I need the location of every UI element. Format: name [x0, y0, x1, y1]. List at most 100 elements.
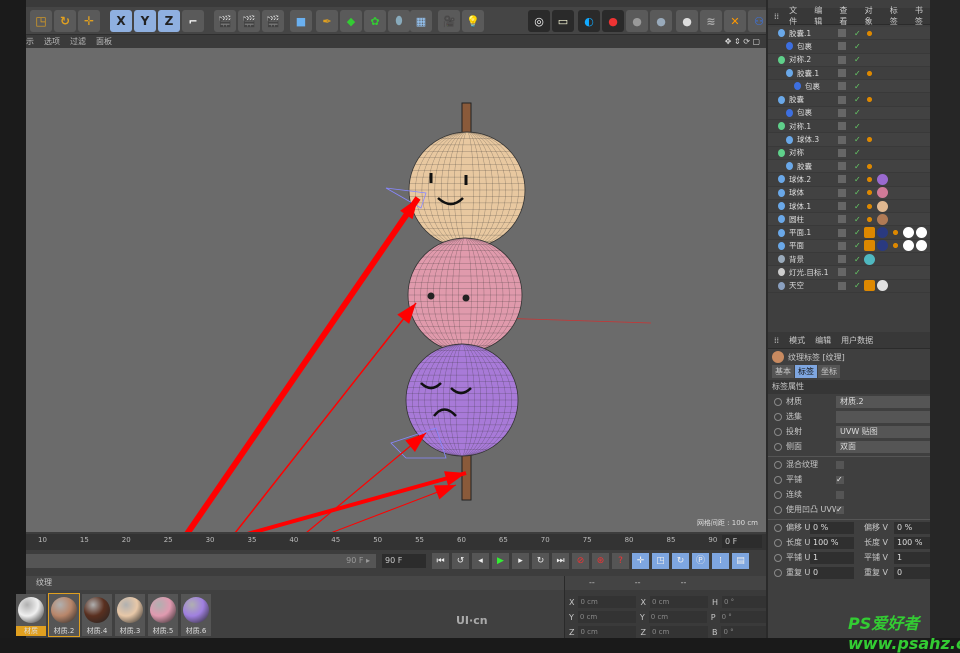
phong-tag-icon[interactable] — [864, 173, 875, 185]
editor-visibility-toggle[interactable] — [838, 148, 846, 157]
phong-tag-icon[interactable] — [864, 27, 875, 39]
object-menu-item[interactable]: 对象 — [865, 5, 880, 27]
viewport-nav-icons[interactable]: ✥ ⇕ ⟳ ▢ — [725, 37, 760, 46]
record-icon[interactable]: ● — [602, 10, 624, 32]
array-icon[interactable]: ✿ — [364, 10, 386, 32]
pair-field[interactable]: 100 % — [810, 536, 854, 549]
editor-visibility-toggle[interactable] — [838, 255, 846, 264]
render-settings-icon[interactable]: 🎬 — [262, 10, 284, 32]
enabled-check-icon[interactable]: ✓ — [854, 148, 861, 157]
object-row[interactable]: 对称.1 ✓ — [768, 120, 930, 134]
viewport[interactable]: 网格间距 : 100 cm — [26, 48, 766, 610]
animate-radio[interactable] — [774, 397, 782, 406]
skip-end-icon[interactable]: ⏭ — [552, 553, 569, 569]
param-key-icon[interactable]: Ⓟ — [692, 553, 709, 569]
object-row[interactable]: 包裹 ✓ — [768, 40, 930, 54]
object-menu-item[interactable]: 书签 — [915, 5, 930, 27]
auto-key-icon[interactable]: ⊛ — [592, 553, 609, 569]
rotate-key-icon[interactable]: ↻ — [672, 553, 689, 569]
mograph-icon[interactable]: ✕ — [724, 10, 746, 32]
axis-x-button[interactable]: X — [110, 10, 132, 32]
next-key-icon[interactable]: ↻ — [532, 553, 549, 569]
rotate-icon[interactable]: ↻ — [54, 10, 76, 32]
material-swatch[interactable]: 材质.3 — [115, 594, 145, 636]
coordinate-icon[interactable]: ⌐ — [182, 10, 204, 32]
animate-radio[interactable] — [774, 505, 782, 514]
viewport-menu-item[interactable]: 示 — [26, 36, 34, 47]
play-icon[interactable]: ▶ — [492, 553, 509, 569]
object-row[interactable]: 对称.2 ✓ — [768, 53, 930, 67]
target-tag-icon[interactable] — [877, 227, 888, 239]
enabled-check-icon[interactable]: ✓ — [854, 175, 861, 184]
editor-visibility-toggle[interactable] — [838, 281, 846, 290]
enabled-check-icon[interactable]: ✓ — [854, 108, 861, 117]
object-row[interactable]: 包裹 ✓ — [768, 106, 930, 121]
material-swatch[interactable]: 材质 — [16, 594, 46, 636]
coord-field[interactable]: 0 cm — [578, 596, 637, 608]
object-row[interactable]: 包裹 ✓ — [768, 80, 930, 94]
enabled-check-icon[interactable]: ✓ — [854, 202, 861, 211]
texture-tag-icon[interactable] — [903, 227, 914, 239]
object-row[interactable]: 对称 ✓ — [768, 147, 930, 160]
editor-visibility-toggle[interactable] — [838, 135, 846, 144]
editor-visibility-toggle[interactable] — [838, 29, 846, 38]
timeline-icon[interactable]: ▤ — [732, 553, 749, 569]
floor-icon[interactable]: ▦ — [410, 10, 432, 32]
prev-key-icon[interactable]: ↺ — [452, 553, 469, 569]
enabled-check-icon[interactable]: ✓ — [854, 241, 861, 250]
compositing-tag-icon[interactable] — [864, 227, 875, 239]
editor-visibility-toggle[interactable] — [838, 228, 846, 237]
editor-visibility-toggle[interactable] — [838, 82, 846, 91]
animate-radio[interactable] — [774, 523, 782, 532]
enabled-check-icon[interactable]: ✓ — [854, 135, 861, 144]
enabled-check-icon[interactable]: ✓ — [854, 95, 861, 104]
checkbox[interactable]: ✓ — [836, 505, 844, 514]
editor-visibility-toggle[interactable] — [838, 241, 846, 250]
tab-1[interactable]: 标签 — [795, 365, 817, 378]
object-row[interactable]: 背景 ✓ — [768, 253, 930, 267]
coord-field[interactable]: 0 cm — [649, 596, 708, 608]
object-row[interactable]: 球体.1 ✓ — [768, 200, 930, 214]
compositing-tag-icon[interactable] — [864, 240, 875, 252]
texture-tag-icon[interactable] — [877, 213, 888, 225]
frame-range-slider[interactable]: 90 F ▸ — [26, 554, 376, 568]
material-swatch[interactable]: 材质.5 — [148, 594, 178, 636]
scale-key-icon[interactable]: ◳ — [652, 553, 669, 569]
pla-key-icon[interactable]: ⁞ — [712, 553, 729, 569]
phong-tag-icon[interactable] — [864, 213, 875, 225]
move-key-icon[interactable]: ✛ — [632, 553, 649, 569]
texture-tag-icon[interactable] — [877, 173, 888, 185]
end-frame-field[interactable]: 90 F — [382, 554, 426, 568]
phong-tag-icon[interactable] — [890, 227, 901, 239]
contrast-icon[interactable]: ◐ — [578, 10, 600, 32]
object-menu-item[interactable]: 编辑 — [814, 5, 829, 27]
object-row[interactable]: 球体 ✓ — [768, 186, 930, 200]
glass-icon[interactable]: ● — [650, 10, 672, 32]
animate-radio[interactable] — [774, 568, 782, 577]
enabled-check-icon[interactable]: ✓ — [854, 228, 861, 237]
object-row[interactable]: 圆柱 ✓ — [768, 213, 930, 227]
field-value[interactable] — [836, 410, 930, 423]
light-icon[interactable]: 💡 — [462, 10, 484, 32]
cube-icon[interactable]: ■ — [290, 10, 312, 32]
enabled-check-icon[interactable]: ✓ — [854, 281, 861, 290]
pen-icon[interactable]: ✒ — [316, 10, 338, 32]
checkbox[interactable]: ✓ — [836, 475, 844, 484]
enabled-check-icon[interactable]: ✓ — [854, 268, 861, 277]
target-tag-icon[interactable] — [877, 240, 888, 252]
record-key-icon[interactable]: ⊘ — [572, 553, 589, 569]
tab-2[interactable]: 坐标 — [818, 365, 840, 378]
object-row[interactable]: 球体.2 ✓ — [768, 173, 930, 187]
camera-icon[interactable]: 🎥 — [438, 10, 460, 32]
phong-tag-icon[interactable] — [864, 187, 875, 199]
object-row[interactable]: 胶囊 ✓ — [768, 159, 930, 174]
object-row[interactable]: 胶囊.1 ✓ — [768, 67, 930, 81]
viewport-menu-item[interactable]: 面板 — [96, 36, 112, 47]
enabled-check-icon[interactable]: ✓ — [854, 55, 861, 64]
texture-tag-icon[interactable] — [903, 240, 914, 252]
render-view-icon[interactable]: 🎬 — [214, 10, 236, 32]
material-swatch[interactable]: 材质.4 — [82, 594, 112, 636]
editor-visibility-toggle[interactable] — [838, 69, 846, 78]
compositing-tag-icon[interactable] — [864, 280, 875, 292]
next-frame-icon[interactable]: ▸ — [512, 553, 529, 569]
